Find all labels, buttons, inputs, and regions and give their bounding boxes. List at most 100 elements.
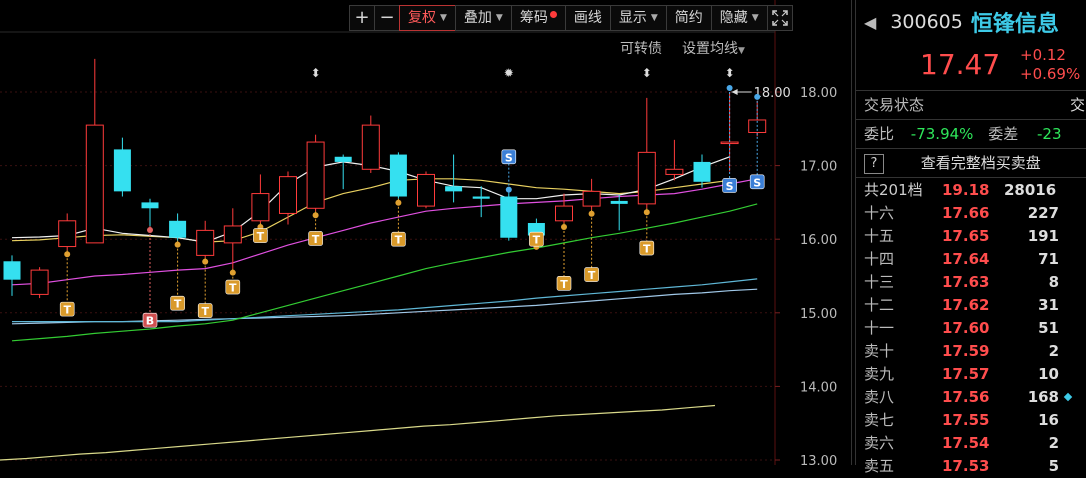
caret-left-icon[interactable]: ◀ bbox=[864, 13, 876, 32]
view-full-book-link[interactable]: 查看完整档买卖盘 bbox=[921, 154, 1041, 172]
book-row[interactable]: 卖七 17.55 16 bbox=[856, 409, 1086, 432]
book-price: 17.59 bbox=[942, 342, 990, 360]
candle-body bbox=[610, 200, 628, 204]
marker-label: T bbox=[643, 243, 651, 256]
candle bbox=[141, 198, 159, 226]
book-price: 17.64 bbox=[942, 250, 990, 268]
marker-label: T bbox=[229, 282, 237, 295]
candle bbox=[58, 213, 77, 251]
fullscreen-button[interactable] bbox=[766, 5, 793, 31]
candle-body bbox=[169, 220, 187, 238]
chevron-down-icon: ▼ bbox=[495, 13, 503, 23]
candle-body bbox=[306, 141, 325, 209]
marker-dot bbox=[64, 251, 71, 258]
marker-label: T bbox=[257, 230, 265, 243]
book-volume: 168 bbox=[1027, 388, 1059, 406]
candle-body bbox=[445, 186, 463, 192]
book-volume: 31 bbox=[1038, 296, 1059, 314]
book-volume: 191 bbox=[1027, 227, 1059, 245]
book-price: 17.60 bbox=[942, 319, 990, 337]
hide-dropdown[interactable]: 隐藏 ▼ bbox=[710, 5, 768, 31]
rights-adjust-dropdown[interactable]: 复权 ▼ bbox=[399, 5, 456, 31]
marker-label: S bbox=[753, 176, 761, 189]
marker-label: T bbox=[588, 269, 596, 282]
book-level: 十三 bbox=[864, 273, 895, 291]
candle-body bbox=[141, 202, 159, 209]
candle-body bbox=[637, 151, 656, 205]
book-volume: 16 bbox=[1038, 411, 1059, 429]
candle bbox=[85, 58, 104, 244]
candle-body bbox=[334, 156, 352, 162]
chevron-down-icon: ▼ bbox=[751, 13, 759, 23]
kline-chart-area[interactable]: 18.00 17.00 16.00 15.00 14.00 13.00 18.00 T B T T T… bbox=[0, 0, 855, 465]
overlay-dropdown[interactable]: 叠加 ▼ bbox=[454, 5, 512, 31]
trade-status-label: 交易状态 bbox=[864, 96, 925, 114]
book-row[interactable]: 十四 17.64 71 bbox=[856, 248, 1086, 271]
kline-chart[interactable]: 18.0017.0016.0015.0014.0013.0018.00TBTTT… bbox=[0, 0, 855, 465]
ma120-line bbox=[12, 278, 758, 323]
book-row[interactable]: 十五 17.65 191 bbox=[856, 225, 1086, 248]
book-row[interactable]: 十六 17.66 227 bbox=[856, 202, 1086, 225]
zoom-in-button[interactable]: + bbox=[349, 5, 375, 31]
event-mark-icon: ✹ bbox=[504, 66, 514, 80]
candle bbox=[113, 137, 131, 197]
candle-body bbox=[555, 205, 573, 222]
y-tick-label: 16.00 bbox=[800, 233, 837, 248]
candle-body bbox=[279, 176, 297, 214]
event-mark-icon: ⬍ bbox=[642, 66, 652, 80]
ma-settings-dropdown[interactable]: 设置均线▼ bbox=[682, 38, 745, 58]
marker-dot bbox=[312, 212, 319, 219]
book-price: 17.62 bbox=[942, 296, 990, 314]
help-icon[interactable]: ? bbox=[864, 153, 884, 174]
book-price: 17.55 bbox=[942, 411, 990, 429]
candle-body bbox=[665, 168, 684, 175]
book-level: 十一 bbox=[864, 319, 895, 337]
candle bbox=[251, 174, 270, 224]
marker-dot bbox=[754, 93, 761, 100]
ma-long-line bbox=[0, 404, 716, 461]
marker-dot bbox=[643, 209, 650, 216]
candle-body bbox=[30, 269, 49, 295]
book-price: 17.63 bbox=[942, 273, 990, 291]
chips-button[interactable]: 筹码 bbox=[510, 5, 566, 31]
candle bbox=[30, 267, 49, 299]
book-row[interactable]: 卖九 17.57 10 bbox=[856, 363, 1086, 386]
book-level: 十四 bbox=[864, 250, 895, 268]
display-dropdown[interactable]: 显示 ▼ bbox=[609, 5, 667, 31]
marker-label: B bbox=[146, 315, 154, 328]
zoom-out-button[interactable]: − bbox=[374, 5, 400, 31]
stock-name: 恒锋信息 bbox=[970, 12, 1059, 37]
candle bbox=[334, 154, 352, 190]
marker-dot bbox=[588, 210, 595, 217]
candle bbox=[361, 115, 380, 173]
marker-label: T bbox=[560, 278, 568, 291]
candle bbox=[389, 152, 407, 199]
book-row[interactable]: 十三 17.63 8 bbox=[856, 271, 1086, 294]
y-tick-label: 15.00 bbox=[800, 307, 837, 322]
y-tick-label: 17.00 bbox=[800, 160, 837, 175]
candle-body bbox=[389, 154, 407, 197]
book-row[interactable]: 卖六 17.54 2 bbox=[856, 432, 1086, 455]
book-row[interactable]: 十一 17.60 51 bbox=[856, 317, 1086, 340]
book-level: 卖九 bbox=[864, 365, 895, 383]
marker-label: S bbox=[505, 151, 513, 164]
total-price: 19.18 bbox=[942, 181, 990, 199]
book-row[interactable]: 十二 17.62 31 bbox=[856, 294, 1086, 317]
y-tick-label: 13.00 bbox=[800, 454, 837, 465]
book-row[interactable]: 卖五 17.53 5 bbox=[856, 455, 1086, 478]
marker-label: T bbox=[63, 304, 71, 317]
last-price: 17.47 bbox=[920, 48, 1001, 81]
order-book: 十六 17.66 227 十五 17.65 191 十四 17.64 71 十三 17.63 8 十二 1… bbox=[856, 202, 1086, 478]
stock-header: ◀ 300605 恒锋信息 bbox=[856, 0, 1086, 44]
book-volume: 5 bbox=[1048, 457, 1059, 475]
candle-body bbox=[58, 220, 77, 248]
book-row[interactable]: 卖八 17.56 168 bbox=[856, 386, 1086, 409]
draw-line-button[interactable]: 画线 bbox=[564, 5, 611, 31]
chart-toolbar: + − 复权 ▼ 叠加 ▼ 筹码 画线 显示 ▼ 简约 隐藏 ▼ bbox=[349, 5, 793, 31]
simple-mode-button[interactable]: 简约 bbox=[665, 5, 712, 31]
book-price: 17.57 bbox=[942, 365, 990, 383]
book-row[interactable]: 卖十 17.59 2 bbox=[856, 340, 1086, 363]
convertible-bond-link[interactable]: 可转债 bbox=[620, 38, 662, 58]
book-volume: 51 bbox=[1038, 319, 1059, 337]
view-full-book-row[interactable]: ? 查看完整档买卖盘 bbox=[856, 149, 1086, 178]
